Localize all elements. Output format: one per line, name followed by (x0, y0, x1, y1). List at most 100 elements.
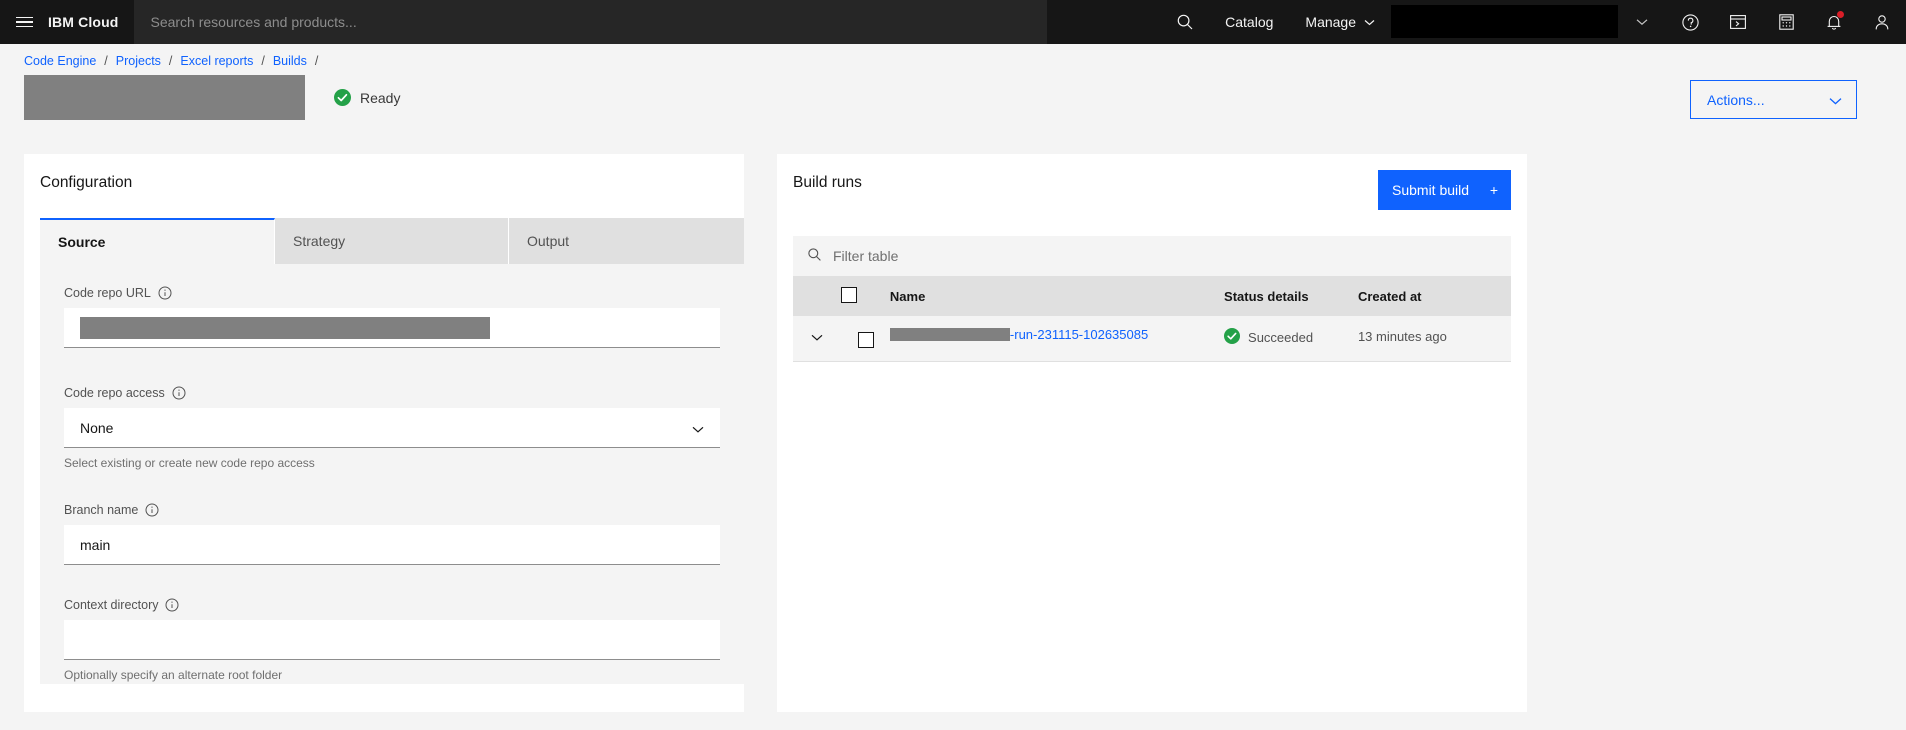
configuration-tabs: Source Strategy Output (40, 218, 744, 264)
code-repo-access-value: None (80, 419, 114, 436)
catalog-label: Catalog (1225, 14, 1274, 30)
row-checkbox[interactable] (857, 332, 874, 348)
calculator-icon[interactable] (1762, 0, 1810, 44)
terminal-icon[interactable] (1714, 0, 1762, 44)
row-expand-cell (793, 316, 842, 362)
check-circle-filled-icon (1224, 328, 1241, 347)
information-icon[interactable] (158, 286, 172, 300)
brand-cloud-label: Cloud (78, 14, 119, 30)
configuration-card: Configuration Source Strategy Output Cod… (24, 154, 744, 712)
code-repo-url-value-redacted (80, 316, 490, 339)
breadcrumb-separator: / (261, 54, 265, 68)
information-icon[interactable] (165, 598, 179, 612)
code-repo-access-label: Code repo access (64, 386, 165, 400)
breadcrumb-item-excel-reports[interactable]: Excel reports (180, 54, 253, 68)
manage-label: Manage (1305, 14, 1356, 30)
source-tab-panel: Code repo URL Code repo access None Sele… (40, 264, 744, 684)
row-status-cell: Succeeded (1224, 316, 1358, 362)
select-all-checkbox[interactable] (841, 286, 858, 303)
row-name-cell: -run-231115-102635085 (889, 316, 1225, 362)
code-repo-url-label: Code repo URL (64, 286, 151, 300)
field-branch-name: Branch name main (64, 503, 720, 565)
page-title-redacted (24, 75, 305, 120)
breadcrumb-item-projects[interactable]: Projects (116, 54, 161, 68)
main-content: Configuration Source Strategy Output Cod… (0, 154, 1906, 712)
catalog-link[interactable]: Catalog (1209, 0, 1289, 44)
status-badge: Ready (334, 89, 400, 106)
row-select-cell (841, 316, 890, 362)
help-icon[interactable] (1666, 0, 1714, 44)
row-status-label: Succeeded (1248, 330, 1314, 345)
context-directory-helper: Optionally specify an alternate root fol… (64, 668, 283, 682)
field-code-repo-url: Code repo URL (64, 286, 720, 348)
search-icon[interactable] (1161, 0, 1209, 44)
bell-icon[interactable] (1810, 0, 1858, 44)
field-context-directory: Context directory Optionally specify an … (64, 598, 720, 682)
chevron-down-icon (1829, 92, 1842, 108)
global-search-input[interactable]: Search resources and products... (134, 0, 1048, 44)
chevron-down-icon[interactable] (811, 326, 823, 341)
chevron-down-icon (692, 420, 704, 436)
table-header-row: Name Status details Created at (793, 276, 1511, 316)
brand-ibm-label: IBM (48, 14, 75, 30)
page-title-row: Ready (24, 75, 1906, 123)
breadcrumb-region: Code Engine / Projects / Excel reports / Build… (0, 44, 1906, 123)
context-directory-input[interactable] (64, 620, 720, 660)
context-directory-label: Context directory (64, 598, 159, 612)
build-runs-title: Build runs (793, 174, 862, 191)
select-all-column-header (841, 276, 890, 316)
context-directory-label-row: Context directory (64, 598, 720, 612)
build-run-name-redacted (889, 328, 1010, 341)
configuration-title: Configuration (40, 174, 133, 191)
field-code-repo-access: Code repo access None Select existing or… (64, 386, 720, 470)
filter-table-placeholder: Filter table (833, 248, 899, 264)
build-run-name-link[interactable]: -run-231115-102635085 (889, 327, 1148, 342)
code-repo-url-input[interactable] (64, 308, 720, 348)
breadcrumb: Code Engine / Projects / Excel reports / Build… (24, 52, 1906, 70)
status-details-column-header[interactable]: Status details (1224, 276, 1358, 316)
tab-source[interactable]: Source (40, 218, 275, 264)
row-created-at-value: 13 minutes ago (1357, 329, 1447, 344)
build-runs-card: Build runs Submit build + Filter table N… (777, 154, 1527, 712)
plus-icon: + (1489, 182, 1498, 198)
breadcrumb-separator: / (168, 54, 173, 68)
submit-build-label: Submit build (1392, 182, 1470, 198)
tab-output-label: Output (527, 233, 570, 249)
created-at-column-header[interactable]: Created at (1357, 276, 1511, 316)
breadcrumb-item-builds[interactable]: Builds (273, 54, 307, 68)
tab-source-label: Source (58, 234, 106, 250)
code-repo-url-label-row: Code repo URL (64, 286, 720, 300)
breadcrumb-separator: / (104, 54, 108, 68)
account-selector-redacted[interactable] (1391, 5, 1618, 38)
chevron-down-icon[interactable] (1618, 0, 1666, 44)
status-label: Ready (360, 89, 401, 106)
branch-name-label-row: Branch name (64, 503, 720, 517)
manage-menu[interactable]: Manage (1289, 0, 1391, 44)
hamburger-menu-icon[interactable] (0, 0, 48, 44)
information-icon[interactable] (172, 386, 186, 400)
user-avatar-icon[interactable] (1858, 0, 1906, 44)
branch-name-input[interactable]: main (64, 525, 720, 565)
name-column-header[interactable]: Name (889, 276, 1225, 316)
breadcrumb-item-code-engine[interactable]: Code Engine (24, 54, 96, 68)
chevron-down-icon (1364, 19, 1375, 26)
branch-name-label: Branch name (64, 503, 139, 517)
expand-column-header (793, 276, 842, 316)
tab-output[interactable]: Output (509, 218, 744, 264)
filter-table-input[interactable]: Filter table (793, 236, 1511, 276)
actions-button[interactable]: Actions... (1690, 80, 1857, 119)
header-spacer (1047, 0, 1161, 44)
information-icon[interactable] (145, 503, 159, 517)
code-repo-access-helper: Select existing or create new code repo … (64, 456, 315, 470)
breadcrumb-separator: / (314, 54, 319, 68)
build-runs-header: Build runs Submit build + (777, 154, 1527, 210)
submit-build-button[interactable]: Submit build + (1378, 170, 1511, 210)
tab-strategy[interactable]: Strategy (275, 218, 509, 264)
code-repo-access-select[interactable]: None (64, 408, 720, 448)
check-circle-filled-icon (334, 89, 351, 106)
brand-logo[interactable]: IBM Cloud (48, 0, 134, 44)
search-icon (807, 247, 822, 265)
